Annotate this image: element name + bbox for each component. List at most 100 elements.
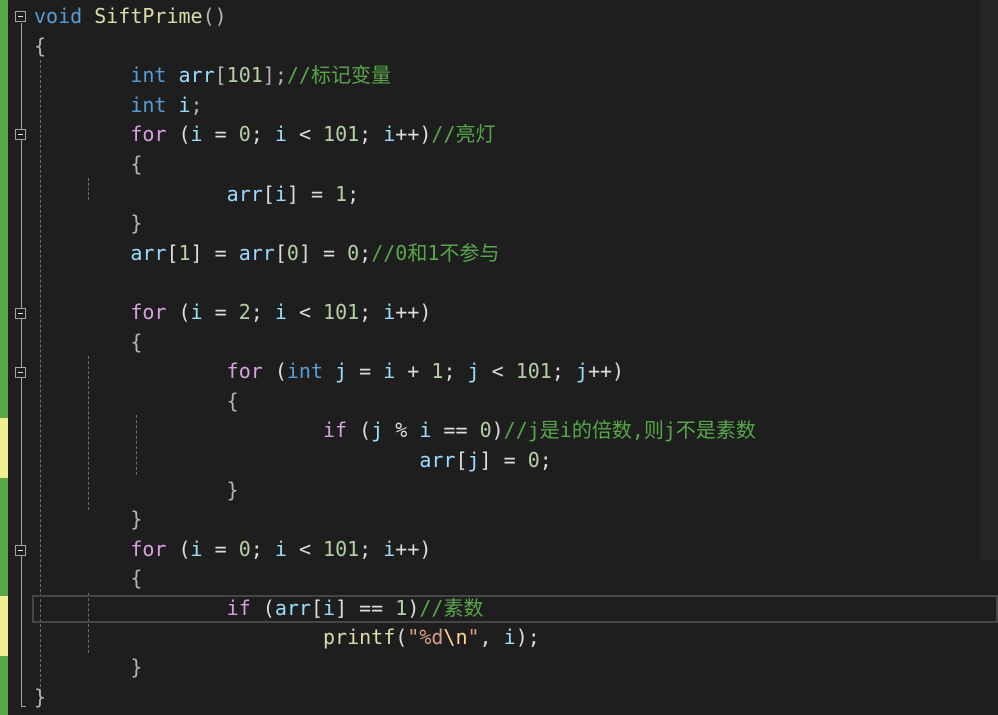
variable: i [383,122,396,147]
code-line-3[interactable]: int arr[101];//标记变量 [34,61,980,91]
code-text: ; [359,122,384,147]
code-line-22[interactable]: printf("%d\n", i); [34,623,980,653]
code-line-5[interactable]: for (i = 0; i < 101; i++)//亮灯 [34,120,980,150]
code-text: ; [359,299,384,324]
control-keyword: for [130,122,167,147]
brace: } [34,684,47,709]
code-text: ( [166,299,191,324]
code-text: ++) [587,359,625,384]
code-line-23[interactable]: } [34,653,980,683]
code-editor[interactable]: void SiftPrime() { int arr[101];//标记变量 i… [0,0,998,715]
brace: } [226,477,239,502]
code-line-4[interactable]: int i; [34,91,980,121]
code-line-15[interactable]: if (j % i == 0)//j是i的倍数,则j不是素数 [34,416,980,446]
variable: i [274,122,287,147]
fold-range-line [21,23,22,706]
code-text: ) [491,418,504,443]
control-keyword: if [226,595,251,620]
vertical-scrollbar[interactable] [980,0,998,560]
function-call: printf [322,625,396,650]
brace: { [130,329,143,354]
code-line-18[interactable]: } [34,505,980,535]
code-text: ) [407,595,420,620]
collapse-for-loop-icon[interactable] [15,129,26,140]
change-tracking-margin [0,0,8,715]
code-text: ( [395,625,408,650]
code-line-13[interactable]: for (int j = i + 1; j < 101; j++) [34,357,980,387]
code-text: < [286,299,324,324]
code-line-20[interactable]: { [34,564,980,594]
variable: arr [178,63,215,88]
code-line-24[interactable]: } [34,683,980,713]
code-line-6[interactable]: { [34,150,980,180]
variable: j [467,359,480,384]
code-line-8[interactable]: } [34,209,980,239]
collapse-inner-for-icon[interactable] [15,367,26,378]
variable: i [274,299,287,324]
code-text: ++) [395,299,432,324]
collapse-outer-for-icon[interactable] [15,308,26,319]
collapse-function-icon[interactable] [15,11,26,22]
code-text: ] == [335,595,396,620]
string-literal: " [467,625,480,650]
number: 0 [238,122,251,147]
code-text: < [286,122,324,147]
code-line-12[interactable]: { [34,328,980,358]
code-line-2[interactable]: { [34,32,980,62]
code-text: ] = [298,240,348,265]
brace: } [130,507,143,532]
code-line-11[interactable]: for (i = 2; i < 101; i++) [34,298,980,328]
control-keyword: for [130,299,167,324]
variable: j [467,447,480,472]
code-line-14[interactable]: { [34,387,980,417]
code-text: ( [166,536,191,561]
code-line-7[interactable]: arr[i] = 1; [34,180,980,210]
variable: i [383,299,396,324]
variable: i [323,595,336,620]
code-text: < [286,536,324,561]
variable: i [178,92,191,117]
brace: } [130,655,143,680]
unsaved-change-marker [0,596,8,656]
code-line-1[interactable]: void SiftPrime() [34,2,980,32]
variable: j [371,418,384,443]
code-line-17[interactable]: } [34,476,980,506]
code-text-area[interactable]: void SiftPrime() { int arr[101];//标记变量 i… [34,2,980,712]
code-text: ( [262,359,287,384]
number: 101 [323,299,360,324]
collapse-print-for-icon[interactable] [15,545,26,556]
code-line-19[interactable]: for (i = 0; i < 101; i++) [34,535,980,565]
variable: arr [419,447,456,472]
saved-change-marker [0,0,8,418]
code-line-16[interactable]: arr[j] = 0; [34,446,980,476]
code-line-21[interactable]: if (arr[i] == 1)//素数 [34,594,980,624]
code-text: ; [443,359,468,384]
brace: { [130,151,143,176]
keyword: int [130,92,167,117]
code-text: = [202,299,239,324]
code-line-9[interactable]: arr[1] = arr[0] = 0;//0和1不参与 [34,239,980,269]
number: 1 [178,240,191,265]
variable: j [335,359,348,384]
code-line-10[interactable] [34,268,980,298]
number: 0 [347,240,360,265]
variable: arr [274,595,311,620]
code-text: ++) [395,122,432,147]
control-keyword: if [322,418,348,443]
variable: arr [238,240,275,265]
saved-change-marker [0,478,8,596]
number: 101 [226,63,263,88]
code-text: [ [166,240,179,265]
keyword: int [130,63,167,88]
